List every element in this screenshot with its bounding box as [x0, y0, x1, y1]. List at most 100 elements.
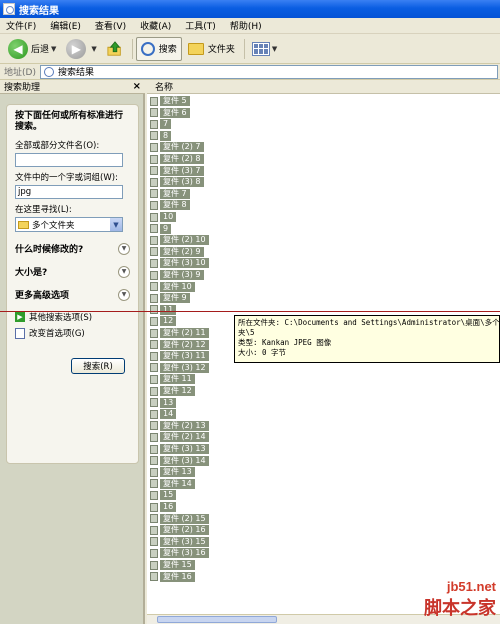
folders-button[interactable]: 文件夹	[184, 37, 239, 61]
list-item[interactable]: 复件 10	[150, 281, 195, 292]
lookin-select[interactable]: 多个文件夹 ▼	[15, 217, 123, 232]
image-file-icon	[150, 351, 158, 361]
list-item[interactable]: 16	[150, 502, 177, 512]
address-field[interactable]: 搜索结果	[39, 64, 498, 79]
list-item-label: 13	[160, 397, 177, 408]
list-item[interactable]: 复件 16	[150, 571, 195, 582]
scrollbar-thumb[interactable]	[157, 616, 277, 623]
list-item[interactable]: 复件 (3) 10	[150, 258, 209, 269]
list-item[interactable]: 复件 (3) 11	[150, 351, 209, 362]
other-options-link[interactable]: ▶ 其他搜索选项(S)	[15, 311, 130, 323]
list-item[interactable]: 复件 12	[150, 386, 195, 396]
name-column-header[interactable]: 名称	[147, 80, 500, 94]
menu-tools[interactable]: 工具(T)	[185, 19, 216, 32]
list-item-label: 复件 (3) 15	[160, 536, 209, 547]
change-prefs-link[interactable]: 改变首选项(G)	[15, 327, 130, 339]
list-item[interactable]: 复件 7	[150, 188, 190, 199]
image-file-icon	[150, 398, 158, 408]
expand-icon[interactable]: ▼	[118, 288, 130, 301]
list-item[interactable]: 复件 (2) 8	[150, 154, 204, 164]
list-item[interactable]: 8	[150, 130, 172, 141]
list-item[interactable]: 复件 15	[150, 560, 195, 570]
image-file-icon	[150, 537, 158, 547]
list-item[interactable]: 复件 (2) 10	[150, 235, 209, 246]
list-item-label: 复件 (2) 8	[160, 154, 204, 164]
list-item[interactable]: 复件 (2) 7	[150, 142, 204, 153]
menu-favorites[interactable]: 收藏(A)	[140, 19, 171, 32]
list-item[interactable]: 11	[150, 304, 177, 315]
forward-dropdown-icon[interactable]: ▼	[91, 45, 96, 53]
list-item[interactable]: 复件 (3) 7	[150, 165, 204, 176]
menu-help[interactable]: 帮助(H)	[230, 19, 262, 32]
menu-file[interactable]: 文件(F)	[6, 19, 36, 32]
list-item-label: 复件 15	[160, 560, 195, 570]
when-modified-section[interactable]: 什么时候修改的? ▼	[15, 242, 130, 255]
list-item[interactable]: 复件 (3) 13	[150, 444, 209, 454]
list-item[interactable]: 复件 8	[150, 200, 190, 211]
list-item[interactable]: 复件 (2) 12	[150, 339, 209, 350]
expand-icon[interactable]: ▼	[118, 242, 130, 255]
views-dropdown-icon[interactable]: ▼	[272, 45, 277, 53]
forward-arrow-icon: ▶	[66, 38, 87, 59]
up-button[interactable]	[103, 37, 127, 61]
image-file-icon	[150, 293, 158, 303]
list-item[interactable]: 复件 (3) 9	[150, 270, 204, 280]
address-label: 地址(D)	[4, 68, 36, 78]
list-item[interactable]: 复件 (2) 16	[150, 525, 209, 536]
list-item-label: 复件 9	[160, 293, 190, 304]
list-item[interactable]: 复件 (2) 11	[150, 328, 209, 338]
list-item-label: 复件 (3) 10	[160, 258, 209, 269]
chevron-down-icon[interactable]: ▼	[110, 218, 122, 231]
expand-icon[interactable]: ▼	[118, 265, 130, 278]
list-item[interactable]: 复件 (2) 15	[150, 513, 209, 524]
back-dropdown-icon[interactable]: ▼	[51, 45, 56, 53]
more-options-section[interactable]: 更多高级选项 ▼	[15, 288, 130, 301]
list-item[interactable]: 复件 9	[150, 293, 190, 304]
list-item[interactable]: 9	[150, 223, 172, 234]
image-file-icon	[150, 189, 158, 199]
list-item-label: 复件 16	[160, 571, 195, 582]
list-item[interactable]: 复件 5	[150, 96, 190, 106]
menu-edit[interactable]: 编辑(E)	[50, 19, 81, 32]
list-item[interactable]: 复件 (3) 12	[150, 362, 209, 373]
list-item[interactable]: 复件 11	[150, 374, 195, 385]
list-item[interactable]: 复件 (2) 13	[150, 420, 209, 431]
list-item[interactable]: 12	[150, 316, 177, 327]
list-item[interactable]: 复件 (3) 15	[150, 536, 209, 547]
list-item[interactable]: 复件 (3) 16	[150, 548, 209, 559]
list-item-label: 复件 (3) 14	[160, 455, 209, 466]
list-item-label: 8	[160, 130, 172, 141]
image-file-icon	[150, 131, 158, 141]
toolbar-separator	[131, 38, 133, 59]
image-file-icon	[150, 235, 158, 245]
search-submit-button[interactable]: 搜索(R)	[71, 358, 125, 374]
list-item[interactable]: 10	[150, 212, 177, 222]
list-item[interactable]: 15	[150, 490, 177, 501]
search-button-toolbar[interactable]: 搜索	[135, 36, 182, 61]
list-item[interactable]: 复件 (3) 8	[150, 177, 204, 188]
list-item[interactable]: 复件 13	[150, 467, 195, 478]
text-input[interactable]: jpg	[15, 185, 123, 199]
list-item-label: 9	[160, 223, 172, 234]
list-item-label: 12	[160, 316, 177, 327]
list-item-label: 复件 11	[160, 374, 195, 385]
list-item[interactable]: 复件 6	[150, 107, 190, 118]
list-item[interactable]: 复件 (2) 14	[150, 432, 209, 443]
image-file-icon	[150, 200, 158, 210]
list-item[interactable]: 14	[150, 409, 177, 420]
list-item-label: 14	[160, 409, 177, 420]
image-file-icon	[150, 166, 158, 176]
list-item[interactable]: 13	[150, 397, 177, 408]
size-section[interactable]: 大小是? ▼	[15, 265, 130, 278]
back-button[interactable]: ◀ 后退 ▼	[4, 37, 60, 61]
forward-button[interactable]: ▶ ▼	[62, 37, 100, 61]
filename-input[interactable]	[15, 153, 123, 167]
views-button[interactable]: ▼	[248, 37, 281, 61]
list-item-label: 复件 8	[160, 200, 190, 211]
list-item[interactable]: 复件 (3) 14	[150, 455, 209, 466]
list-item[interactable]: 7	[150, 119, 172, 130]
close-icon[interactable]: ×	[133, 81, 141, 92]
list-item[interactable]: 复件 (2) 9	[150, 246, 204, 257]
menu-view[interactable]: 查看(V)	[95, 19, 126, 32]
list-item[interactable]: 复件 14	[150, 478, 195, 489]
